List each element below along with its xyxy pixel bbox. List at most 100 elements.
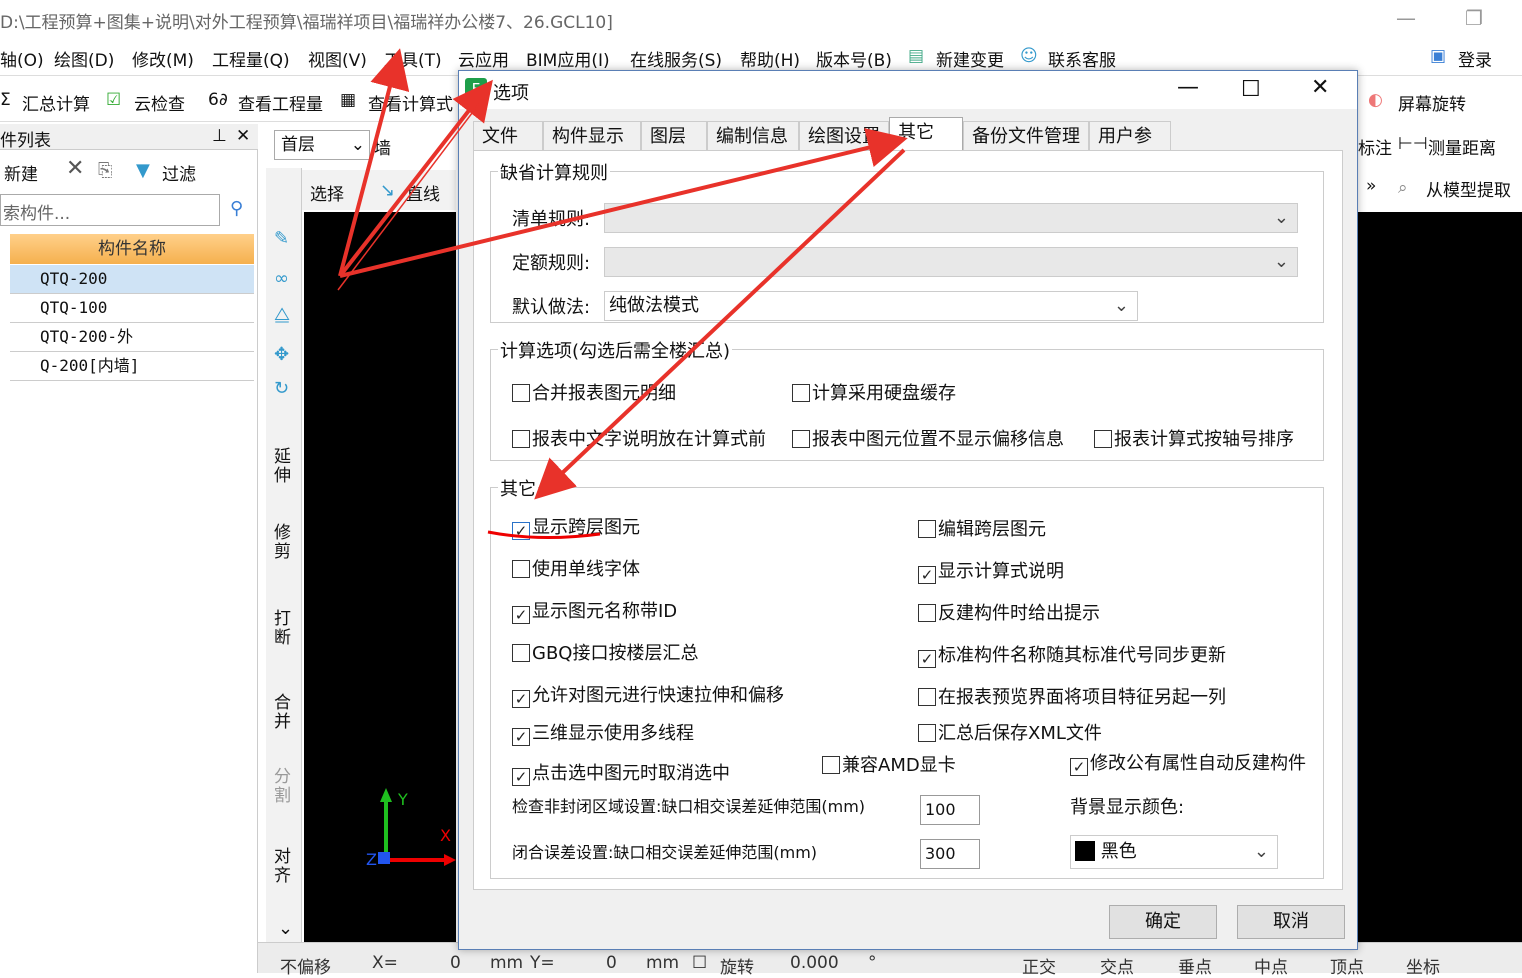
menu-bim[interactable]: BIM应用(I) xyxy=(526,46,610,71)
amd-compat-checkbox[interactable]: 兼容AMD显卡 xyxy=(822,751,956,777)
column-header[interactable]: 构件名称 xyxy=(10,234,254,264)
more-icon[interactable]: » xyxy=(1366,176,1376,196)
other-right-checkbox[interactable]: 反建构件时给出提示 xyxy=(918,599,1100,625)
floor-select[interactable]: 首层 ⌄ xyxy=(274,130,370,160)
menu-help[interactable]: 帮助(H) xyxy=(740,46,800,71)
other-left-checkbox[interactable]: ✓ 允许对图元进行快速拉伸和偏移 xyxy=(512,681,784,708)
close-gap-input[interactable]: 300 xyxy=(920,839,980,869)
tab-edit-info[interactable]: 编制信息 xyxy=(707,121,799,151)
sort-by-axis-checkbox[interactable]: 报表计算式按轴号排序 xyxy=(1094,425,1294,451)
tab-component-display[interactable]: 构件显示 xyxy=(543,121,641,151)
bg-color-select[interactable]: 黑色 ⌄ xyxy=(1070,835,1278,869)
align-button[interactable]: 对齐 xyxy=(274,848,294,886)
menu-contact[interactable]: 联系客服 xyxy=(1048,46,1116,71)
login-button[interactable]: 登录 xyxy=(1458,46,1492,71)
rotate-checkbox[interactable]: ☐ xyxy=(692,953,707,973)
merge-button[interactable]: 合并 xyxy=(274,694,294,732)
list-item[interactable]: QTQ-200 xyxy=(10,265,254,294)
maximize-icon[interactable]: ☐ xyxy=(1241,77,1261,102)
perp-button[interactable]: 垂点 xyxy=(1178,953,1212,978)
coord-button[interactable]: 坐标 xyxy=(1406,953,1440,978)
text-before-formula-checkbox[interactable]: 报表中文字说明放在计算式前 xyxy=(512,425,766,451)
sum-calc-button[interactable]: 汇总计算 xyxy=(22,90,90,115)
y-value[interactable]: 0 xyxy=(606,953,617,973)
minimize-icon[interactable]: — xyxy=(1384,2,1428,34)
list-item[interactable]: Q-200[内墙] xyxy=(10,352,254,381)
merge-report-checkbox[interactable]: 合并报表图元明细 xyxy=(512,379,676,405)
brush-icon[interactable]: ✎ xyxy=(274,228,289,249)
extract-from-model-button[interactable]: 从模型提取 xyxy=(1426,176,1511,201)
menu-draw[interactable]: 绘图(D) xyxy=(54,46,114,71)
tab-backup[interactable]: 备份文件管理 xyxy=(963,121,1089,151)
menu-view[interactable]: 视图(V) xyxy=(308,46,367,71)
expand-icon[interactable]: ⌄ xyxy=(278,918,293,939)
menu-version[interactable]: 版本号(B) xyxy=(816,46,892,71)
tab-layer[interactable]: 图层 xyxy=(641,121,707,151)
screen-rotate-button[interactable]: 屏幕旋转 xyxy=(1398,90,1466,115)
extend-button[interactable]: 延伸 xyxy=(274,448,294,486)
menu-axis[interactable]: 轴(O) xyxy=(0,46,44,71)
filter-button[interactable]: 过滤 xyxy=(162,160,196,185)
menu-tools[interactable]: 工具(T) xyxy=(384,46,442,71)
select-button[interactable]: 选择 xyxy=(310,180,344,205)
list-item[interactable]: QTQ-100 xyxy=(10,294,254,323)
delete-icon[interactable]: ✕ xyxy=(66,156,84,181)
move-icon[interactable]: ✥ xyxy=(274,344,289,365)
drawing-canvas-right[interactable] xyxy=(1358,212,1522,942)
other-right-checkbox[interactable]: ✓ 显示计算式说明 xyxy=(918,557,1064,584)
minimize-icon[interactable]: — xyxy=(1177,75,1199,100)
menu-quantity[interactable]: 工程量(Q) xyxy=(212,46,290,71)
trim-button[interactable]: 修剪 xyxy=(274,524,294,562)
menu-online[interactable]: 在线服务(S) xyxy=(630,46,722,71)
close-icon[interactable]: ✕ xyxy=(236,126,250,146)
other-left-checkbox[interactable]: GBQ接口按楼层汇总 xyxy=(512,639,698,665)
view-formula-button[interactable]: 查看计算式 xyxy=(368,90,453,115)
tab-draw-settings[interactable]: 绘图设置 xyxy=(799,121,889,151)
copy-icon[interactable]: ⎘ xyxy=(98,160,112,181)
mid-button[interactable]: 中点 xyxy=(1254,953,1288,978)
other-right-checkbox[interactable]: 在报表预览界面将项目特征另起一列 xyxy=(918,683,1226,709)
check-gap-input[interactable]: 100 xyxy=(920,795,980,825)
angle-value[interactable]: 0.000 xyxy=(790,953,839,973)
other-left-checkbox[interactable]: ✓ 显示跨层图元 xyxy=(512,513,640,540)
search-icon[interactable]: ⚲ xyxy=(230,198,243,219)
measure-distance-button[interactable]: 测量距离 xyxy=(1428,134,1496,159)
x-value[interactable]: 0 xyxy=(450,953,461,973)
disk-cache-checkbox[interactable]: 计算采用硬盘缓存 xyxy=(792,379,956,405)
bill-rule-select[interactable]: ⌄ xyxy=(604,203,1298,233)
close-icon[interactable]: ✕ xyxy=(1311,75,1329,100)
tab-user-participation[interactable]: 用户参与 xyxy=(1089,121,1171,177)
tab-file[interactable]: 文件 xyxy=(473,121,543,151)
hide-offset-checkbox[interactable]: 报表中图元位置不显示偏移信息 xyxy=(792,425,1064,451)
break-button[interactable]: 打断 xyxy=(274,610,294,648)
rotate-tool-icon[interactable]: ↻ xyxy=(274,378,289,399)
menu-new-change[interactable]: 新建变更 xyxy=(936,46,1004,71)
split-button[interactable]: 分割 xyxy=(274,768,294,806)
tab-other[interactable]: 其它 xyxy=(889,117,963,151)
type-value[interactable]: 墙 xyxy=(374,134,391,159)
default-method-select[interactable]: 纯做法模式 ⌄ xyxy=(604,291,1138,321)
menu-modify[interactable]: 修改(M) xyxy=(132,46,194,71)
cloud-check-button[interactable]: 云检查 xyxy=(134,90,185,115)
pin-icon[interactable]: ⊥ xyxy=(212,126,227,146)
other-right-checkbox[interactable]: ✓ 标准构件名称随其标准代号同步更新 xyxy=(918,641,1226,668)
quota-rule-select[interactable]: ⌄ xyxy=(604,247,1298,277)
other-left-checkbox[interactable]: 使用单线字体 xyxy=(512,555,640,581)
new-button[interactable]: 新建 xyxy=(4,160,38,185)
mark-button[interactable]: 标注 xyxy=(1358,134,1392,159)
view-qty-button[interactable]: 查看工程量 xyxy=(238,90,323,115)
line-button[interactable]: 直线 xyxy=(406,180,440,205)
cancel-button[interactable]: 取消 xyxy=(1237,905,1345,939)
other-left-checkbox[interactable]: ✓ 显示图元名称带ID xyxy=(512,597,677,624)
other-right-checkbox[interactable]: 编辑跨层图元 xyxy=(918,515,1046,541)
auto-rebuild-checkbox[interactable]: ✓ 修改公有属性自动反建构件 xyxy=(1070,749,1306,776)
menu-cloud[interactable]: 云应用 xyxy=(458,46,509,71)
ok-button[interactable]: 确定 xyxy=(1109,905,1217,939)
intersect-button[interactable]: 交点 xyxy=(1100,953,1134,978)
list-item[interactable]: QTQ-200-外 xyxy=(10,323,254,352)
vertex-button[interactable]: 顶点 xyxy=(1330,953,1364,978)
search-input[interactable]: 索构件... xyxy=(0,194,220,226)
other-left-checkbox[interactable]: ✓ 点击选中图元时取消选中 xyxy=(512,759,730,786)
offset-select[interactable]: 不偏移 xyxy=(280,953,331,978)
drawing-canvas[interactable]: Y X Z xyxy=(304,212,456,942)
